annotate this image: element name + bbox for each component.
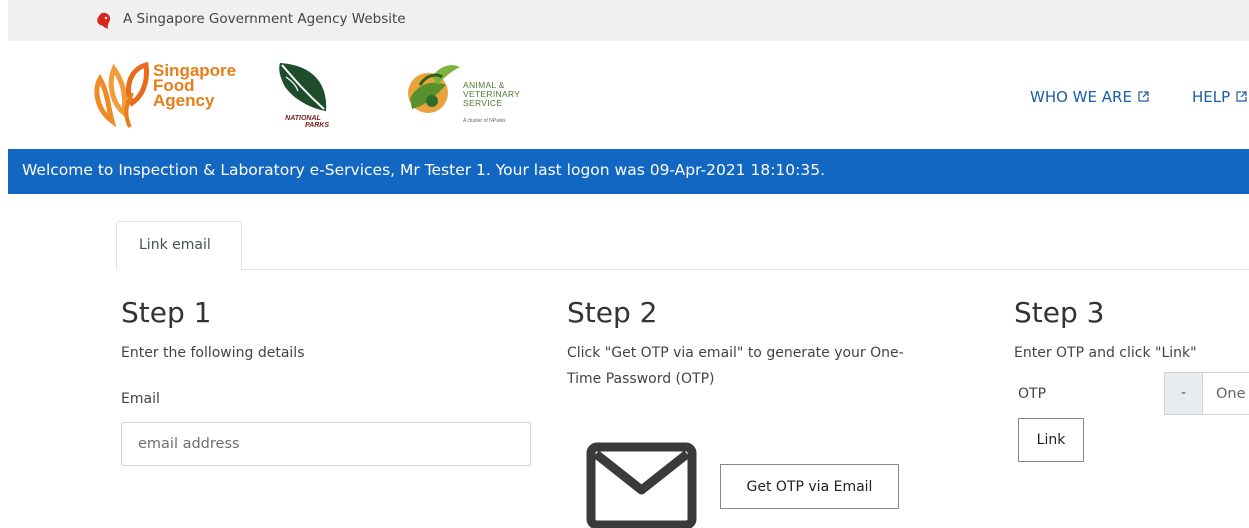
otp-label: OTP bbox=[1018, 386, 1047, 402]
link-button[interactable]: Link bbox=[1018, 418, 1084, 462]
lion-head-icon bbox=[97, 12, 111, 29]
email-label: Email bbox=[121, 391, 160, 407]
external-link-icon bbox=[1138, 91, 1149, 102]
external-link-icon bbox=[1236, 91, 1247, 102]
step1-description: Enter the following details bbox=[121, 345, 305, 361]
avs-logo-tagline: A cluster of NParks bbox=[463, 118, 506, 124]
step3-description: Enter OTP and click "Link" bbox=[1014, 345, 1197, 361]
gov-banner-text: A Singapore Government Agency Website bbox=[123, 11, 406, 27]
nparks-logo-line1: NATIONAL bbox=[285, 115, 321, 122]
tab-link-email[interactable]: Link email bbox=[116, 221, 242, 270]
envelope-icon bbox=[586, 442, 697, 528]
welcome-banner: Welcome to Inspection & Laboratory e-Ser… bbox=[8, 149, 1249, 194]
sfa-logo[interactable]: Singapore Food Agency bbox=[90, 59, 250, 131]
step1-title: Step 1 bbox=[121, 296, 212, 329]
nparks-logo-line2: PARKS bbox=[305, 122, 329, 129]
site-header: Singapore Food Agency NATIONAL PARKS ANI… bbox=[0, 41, 1249, 135]
step3-title: Step 3 bbox=[1014, 296, 1105, 329]
sfa-logo-line3: Agency bbox=[153, 91, 215, 110]
nav-help-label: HELP bbox=[1192, 88, 1231, 106]
sfa-leaf-icon bbox=[94, 61, 149, 128]
step2-title: Step 2 bbox=[567, 296, 658, 329]
otp-input-group: - bbox=[1164, 372, 1249, 415]
get-otp-via-email-button[interactable]: Get OTP via Email bbox=[720, 464, 899, 509]
nav-who-we-are-label: WHO WE ARE bbox=[1030, 88, 1132, 106]
avs-logo[interactable]: ANIMAL & VETERINARY SERVICE A cluster of… bbox=[402, 55, 552, 135]
avs-emblem-icon bbox=[408, 65, 460, 113]
otp-input[interactable] bbox=[1203, 373, 1249, 414]
nav-help-link[interactable]: HELP bbox=[1192, 88, 1247, 106]
email-input[interactable] bbox=[121, 422, 531, 466]
welcome-text: Welcome to Inspection & Laboratory e-Ser… bbox=[22, 161, 826, 179]
step2-description-line1: Click "Get OTP via email" to generate yo… bbox=[567, 345, 904, 361]
nav-who-we-are-link[interactable]: WHO WE ARE bbox=[1030, 88, 1149, 106]
avs-logo-line3: SERVICE bbox=[463, 98, 503, 108]
gov-banner: A Singapore Government Agency Website bbox=[8, 0, 1249, 41]
tabs-divider bbox=[116, 269, 1249, 270]
tab-link-email-label: Link email bbox=[139, 237, 211, 253]
otp-prefix-addon: - bbox=[1165, 373, 1203, 414]
nparks-logo[interactable]: NATIONAL PARKS bbox=[272, 59, 334, 131]
step2-description-line2: Time Password (OTP) bbox=[567, 371, 715, 387]
nparks-leaf-icon bbox=[279, 63, 327, 111]
